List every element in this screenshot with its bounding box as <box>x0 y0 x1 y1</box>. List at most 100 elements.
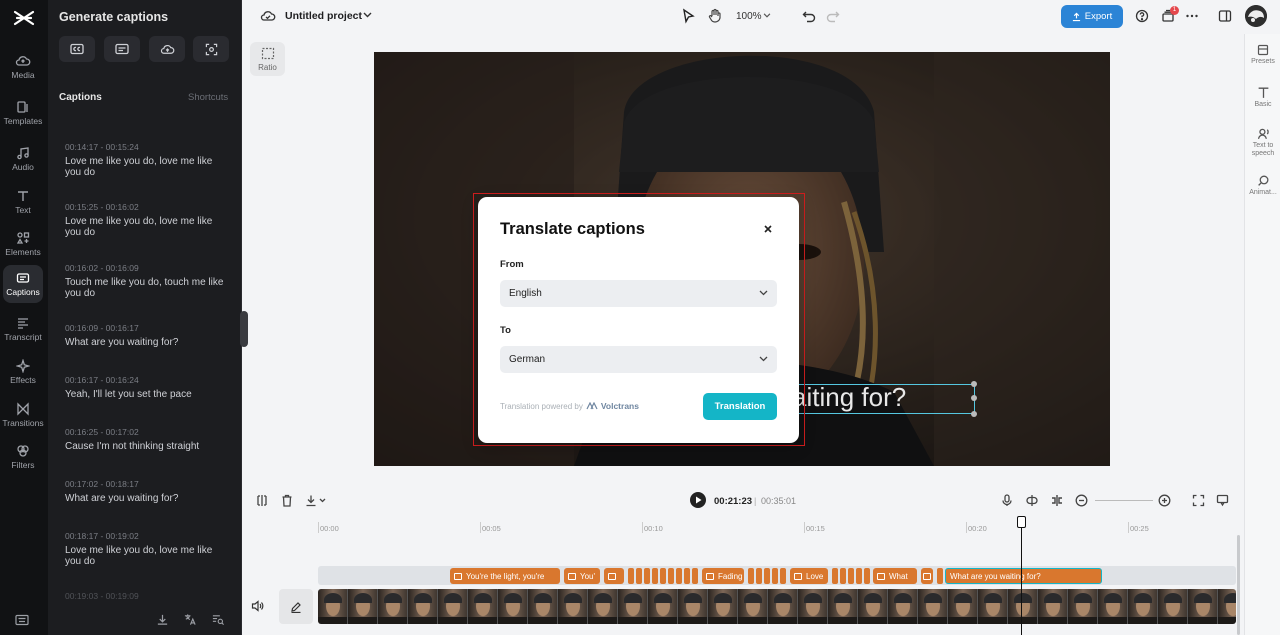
play-button[interactable] <box>690 492 706 508</box>
keyboard-shortcuts-button[interactable] <box>15 614 29 626</box>
resize-handle[interactable] <box>971 395 977 401</box>
caption-item[interactable]: 00:16:17 - 00:16:24 Yeah, I'll let you s… <box>65 375 225 400</box>
caption-text[interactable]: What are you waiting for? <box>65 493 225 504</box>
caption-clip[interactable] <box>856 568 862 584</box>
link-tracks-button[interactable] <box>1025 494 1039 507</box>
playhead[interactable] <box>1021 518 1022 635</box>
layout-toggle-button[interactable] <box>1218 9 1232 23</box>
more-button[interactable] <box>1185 9 1199 23</box>
timeline-scrollbar[interactable] <box>1237 535 1240 635</box>
animation-button[interactable]: Animat... <box>1245 174 1280 197</box>
caption-clip[interactable] <box>756 568 762 584</box>
close-button[interactable] <box>763 224 773 234</box>
snap-button[interactable] <box>1050 494 1064 507</box>
cloud-sync-icon[interactable] <box>260 9 276 22</box>
panel-collapse-handle[interactable] <box>240 311 248 347</box>
caption-text[interactable]: Yeah, I'll let you set the pace <box>65 389 225 400</box>
caption-clip[interactable] <box>692 568 698 584</box>
resize-handle[interactable] <box>971 381 977 387</box>
manual-captions-button[interactable] <box>104 36 140 62</box>
caption-clip-selected[interactable]: What are you waiting for? <box>945 568 1102 584</box>
caption-text[interactable]: Touch me like you do, touch me like you … <box>65 277 225 299</box>
caption-clip[interactable] <box>864 568 870 584</box>
caption-item[interactable]: 00:16:02 - 00:16:09 Touch me like you do… <box>65 263 225 299</box>
caption-clip[interactable] <box>668 568 674 584</box>
caption-clip[interactable] <box>660 568 666 584</box>
playhead-handle[interactable] <box>1017 516 1026 528</box>
caption-clip[interactable] <box>832 568 838 584</box>
nav-audio[interactable]: Audio <box>3 140 43 178</box>
download-menu-button[interactable] <box>305 494 327 507</box>
download-captions-button[interactable] <box>156 613 169 626</box>
scan-captions-button[interactable] <box>193 36 229 62</box>
caption-item[interactable]: 00:15:25 - 00:16:02 Love me like you do,… <box>65 202 225 238</box>
caption-overlay-text[interactable]: aiting for? <box>792 382 906 413</box>
undo-button[interactable] <box>802 9 816 23</box>
nav-elements[interactable]: Elements <box>3 225 43 263</box>
capcut-logo[interactable] <box>12 8 36 28</box>
export-button[interactable]: Export <box>1061 5 1123 28</box>
nav-transitions[interactable]: Transitions <box>2 396 44 434</box>
caption-text[interactable]: Love me like you do, love me like you do <box>65 156 225 178</box>
nav-text[interactable]: Text <box>3 183 43 221</box>
zoom-out-button[interactable] <box>1075 494 1088 507</box>
caption-track[interactable]: You're the light, you're You' Fading Lov… <box>318 566 1236 585</box>
redo-button[interactable] <box>826 9 840 23</box>
timeline-zoom-slider[interactable] <box>1095 500 1153 501</box>
fit-timeline-button[interactable] <box>1192 494 1205 507</box>
video-track[interactable] <box>318 589 1236 624</box>
translate-captions-button[interactable] <box>183 613 197 626</box>
caption-clip[interactable] <box>684 568 690 584</box>
caption-item[interactable]: 00:17:02 - 00:18:17 What are you waiting… <box>65 479 225 504</box>
help-button[interactable] <box>1135 9 1149 23</box>
nav-filters[interactable]: Filters <box>3 438 43 476</box>
translate-button[interactable]: Translation <box>703 393 777 420</box>
nav-captions[interactable]: Captions <box>3 265 43 303</box>
caption-clip[interactable]: You're the light, you're <box>450 568 560 584</box>
caption-text[interactable]: Love me like you do, love me like you do <box>65 545 225 567</box>
delete-button[interactable] <box>281 494 293 507</box>
basic-button[interactable]: Basic <box>1245 86 1280 109</box>
zoom-in-button[interactable] <box>1158 494 1171 507</box>
caption-item[interactable]: 00:16:09 - 00:16:17 What are you waiting… <box>65 323 225 348</box>
from-language-select[interactable]: English <box>500 280 777 307</box>
caption-item[interactable]: 00:18:17 - 00:19:02 Love me like you do,… <box>65 531 225 567</box>
nav-templates[interactable]: Templates <box>3 94 43 132</box>
caption-clip[interactable]: What <box>873 568 917 584</box>
caption-text[interactable]: Cause I'm not thinking straight <box>65 441 225 452</box>
caption-clip[interactable] <box>780 568 786 584</box>
caption-clip[interactable] <box>848 568 854 584</box>
avatar[interactable] <box>1245 5 1267 27</box>
auto-captions-button[interactable] <box>59 36 95 62</box>
search-replace-button[interactable] <box>211 613 225 626</box>
record-voice-button[interactable] <box>1001 494 1013 507</box>
caption-clip[interactable] <box>840 568 846 584</box>
mute-track-button[interactable] <box>251 600 264 612</box>
caption-clip[interactable]: Love <box>790 568 828 584</box>
zoom-level[interactable]: 100% <box>736 11 762 22</box>
caption-clip[interactable] <box>764 568 770 584</box>
to-language-select[interactable]: German <box>500 346 777 373</box>
hand-tool-button[interactable] <box>708 8 722 24</box>
caption-clip[interactable]: You' <box>564 568 600 584</box>
nav-effects[interactable]: Effects <box>3 353 43 391</box>
caption-clip[interactable]: Fading <box>702 568 744 584</box>
select-tool-button[interactable] <box>681 8 695 24</box>
caption-clip[interactable] <box>636 568 642 584</box>
split-button[interactable] <box>256 494 268 507</box>
comment-button[interactable] <box>1216 494 1229 507</box>
caption-clip[interactable] <box>772 568 778 584</box>
caption-item[interactable]: 00:19:03 - 00:19:09 <box>65 591 225 601</box>
caption-clip[interactable] <box>644 568 650 584</box>
upload-captions-button[interactable] <box>149 36 185 62</box>
shortcuts-link[interactable]: Shortcuts <box>188 92 228 103</box>
text-to-speech-button[interactable]: Text to speech <box>1245 127 1280 158</box>
chevron-down-icon[interactable] <box>763 13 771 18</box>
project-name[interactable]: Untitled project <box>285 10 362 22</box>
caption-clip[interactable] <box>676 568 682 584</box>
nav-media[interactable]: Media <box>3 48 43 86</box>
caption-item[interactable]: 00:14:17 - 00:15:24 Love me like you do,… <box>65 142 225 178</box>
caption-clip[interactable] <box>748 568 754 584</box>
timeline-ruler[interactable]: 00:00 00:05 00:10 00:15 00:20 00:25 <box>318 519 1244 535</box>
caption-item[interactable]: 00:16:25 - 00:17:02 Cause I'm not thinki… <box>65 427 225 452</box>
